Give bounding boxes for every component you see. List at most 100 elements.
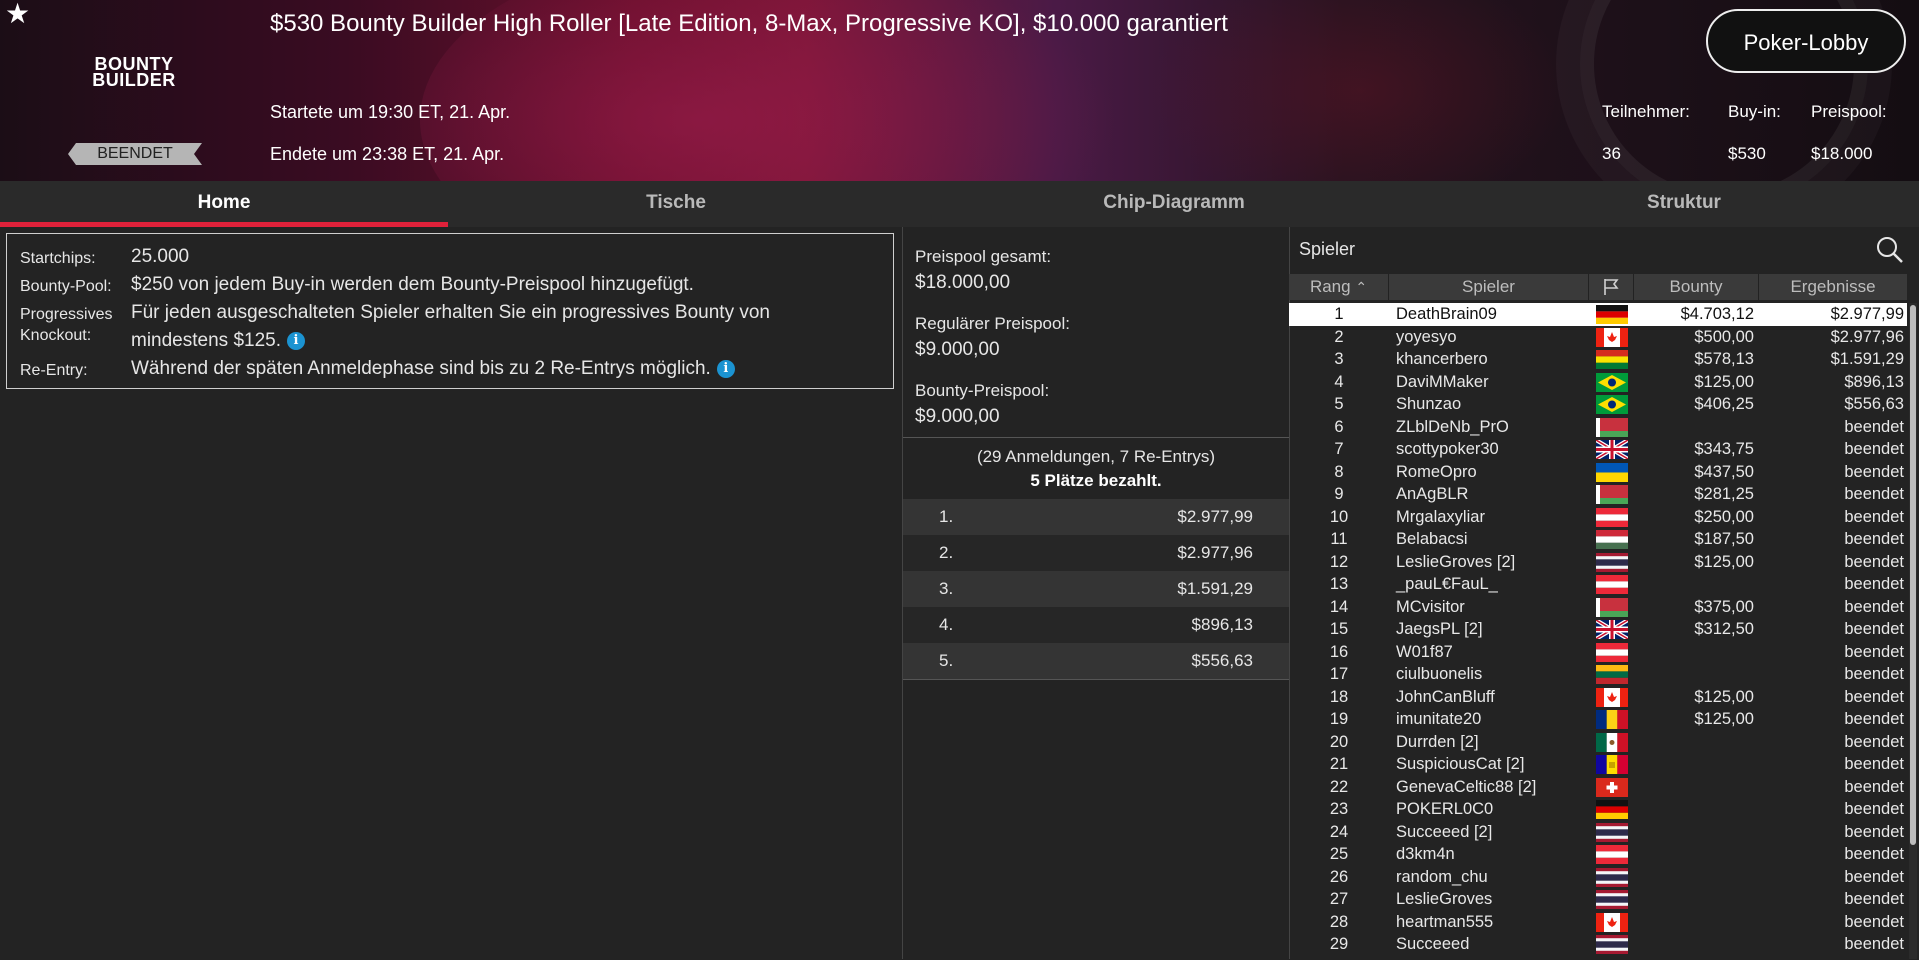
player-row[interactable]: 8 RomeOpro $437,50 beendet [1289,461,1907,484]
player-row[interactable]: 14 MCvisitor $375,00 beendet [1289,596,1907,619]
player-result: beendet [1844,755,1904,773]
country-flag-icon [1596,890,1628,909]
tab-tables[interactable]: Tische [452,181,900,227]
player-result: beendet [1844,620,1904,638]
prize-position: 4. [939,615,954,634]
player-row[interactable]: 27 LeslieGroves beendet [1289,888,1907,911]
country-flag-icon [1596,935,1628,954]
player-bounty: $125,00 [1694,372,1754,391]
player-rank: 2 [1334,327,1344,346]
player-row[interactable]: 2 yoyesyo $500,00 $2.977,96 [1289,326,1907,349]
tab-home[interactable]: Home [0,181,448,227]
player-row[interactable]: 19 imunitate20 $125,00 beendet [1289,708,1907,731]
player-row[interactable]: 22 GenevaCeltic88 [2] beendet [1289,776,1907,799]
player-result: $2.977,96 [1830,327,1904,346]
prize-position: 3. [939,579,954,598]
player-rank: 8 [1334,462,1344,481]
info-icon[interactable]: i [716,360,735,378]
player-row[interactable]: 29 Succeeed beendet [1289,933,1907,956]
player-name: W01f87 [1396,642,1453,661]
player-name: DaviMMaker [1396,372,1489,391]
column-player[interactable]: Spieler [1389,274,1589,300]
player-row[interactable]: 9 AnAgBLR $281,25 beendet [1289,483,1907,506]
tab-structure[interactable]: Struktur [1460,181,1908,227]
country-flag-icon [1596,665,1628,685]
player-row[interactable]: 16 W01f87 beendet [1289,641,1907,664]
player-row[interactable]: 6 ZLblDeNb_PrO beendet [1289,416,1907,439]
tab-chip-chart[interactable]: Chip-Diagramm [950,181,1398,227]
poker-lobby-button[interactable]: Poker-Lobby [1706,9,1906,73]
search-icon[interactable] [1875,235,1905,265]
player-row[interactable]: 5 Shunzao $406,25 $556,63 [1289,393,1907,416]
column-rank[interactable]: Rang ⌃ [1289,274,1389,300]
player-result: beendet [1844,845,1904,863]
player-row[interactable]: 4 DaviMMaker $125,00 $896,13 [1289,371,1907,394]
player-row[interactable]: 12 LeslieGroves [2] $125,00 beendet [1289,551,1907,574]
player-row[interactable]: 7 scottypoker30 $343,75 beendet [1289,438,1907,461]
player-row[interactable]: 21 SuspiciousCat [2] beendet [1289,753,1907,776]
player-row[interactable]: 13 _pauL€FauL_ beendet [1289,573,1907,596]
country-flag-icon [1596,305,1628,325]
divider [903,679,1289,680]
player-result: beendet [1844,777,1904,796]
player-rank: 28 [1329,912,1349,931]
player-row[interactable]: 28 heartman555 beendet [1289,911,1907,934]
player-bounty: $250,00 [1694,507,1754,526]
player-row[interactable]: 25 d3km4n beendet [1289,843,1907,866]
player-row[interactable]: 18 JohnCanBluff $125,00 beendet [1289,686,1907,709]
player-row[interactable]: 3 khancerbero $578,13 $1.591,29 [1289,348,1907,371]
player-row[interactable]: 11 Belabacsi $187,50 beendet [1289,528,1907,551]
end-time: Endete um 23:38 ET, 21. Apr. [270,144,505,164]
column-result[interactable]: Ergebnisse [1759,274,1907,300]
player-rank: 27 [1329,890,1349,908]
country-flag-icon [1596,597,1628,617]
country-flag-icon [1596,327,1628,347]
player-rank: 3 [1334,350,1344,368]
player-name: JohnCanBluff [1396,687,1495,706]
scrollbar-thumb[interactable] [1910,305,1916,845]
player-result: beendet [1844,800,1904,818]
player-name: ciulbuonelis [1396,665,1483,683]
favorite-star-icon[interactable]: ★ [5,0,30,28]
player-name: ZLblDeNb_PrO [1396,417,1509,436]
tab-bar: Home Tische Chip-Diagramm Struktur [0,181,1919,227]
column-bounty[interactable]: Bounty [1634,274,1759,300]
country-flag-icon [1596,687,1628,707]
prize-row: 3. $1.591,29 [903,571,1289,607]
flag-column-icon [1604,279,1619,295]
player-row[interactable]: 26 random_chu beendet [1289,866,1907,889]
player-result: $2.977,99 [1830,305,1904,323]
player-rank: 22 [1329,777,1349,796]
prize-amount: $556,63 [1191,651,1253,670]
info-icon[interactable]: i [287,332,305,350]
player-row[interactable]: 1 DeathBrain09 $4.703,12 $2.977,99 [1289,303,1907,326]
player-row[interactable]: 15 JaegsPL [2] $312,50 beendet [1289,618,1907,641]
startchips-label: Startchips: [20,250,96,267]
player-result: beendet [1844,462,1904,481]
country-flag-icon [1596,552,1628,572]
player-bounty: $125,00 [1694,552,1754,571]
player-result: beendet [1844,642,1904,661]
player-name: yoyesyo [1396,327,1457,346]
column-country[interactable] [1589,274,1634,300]
startchips-value: 25.000 [131,246,190,267]
player-row[interactable]: 10 Mrgalaxyliar $250,00 beendet [1289,506,1907,529]
country-flag-icon [1596,800,1628,820]
player-rank: 15 [1329,620,1349,638]
player-rank: 7 [1334,440,1344,458]
country-flag-icon [1596,755,1628,774]
country-flag-icon [1596,417,1628,437]
player-rank: 23 [1329,800,1349,818]
country-flag-icon [1594,618,1630,641]
player-rank: 14 [1329,597,1349,616]
country-flag-icon [1594,438,1630,461]
player-row[interactable]: 20 Durrden [2] beendet [1289,731,1907,754]
player-row[interactable]: 24 Succeeed [2] beendet [1289,821,1907,844]
players-table-header: Rang ⌃ Spieler Bounty Ergebnisse [1289,274,1907,300]
player-row[interactable]: 23 POKERL0C0 beendet [1289,798,1907,821]
player-row[interactable]: 17 ciulbuonelis beendet [1289,663,1907,686]
player-result: beendet [1844,890,1904,908]
country-flag-icon [1596,845,1628,865]
total-prizepool-label: Preispool gesamt: [915,247,1052,266]
country-flag-icon [1596,822,1628,842]
